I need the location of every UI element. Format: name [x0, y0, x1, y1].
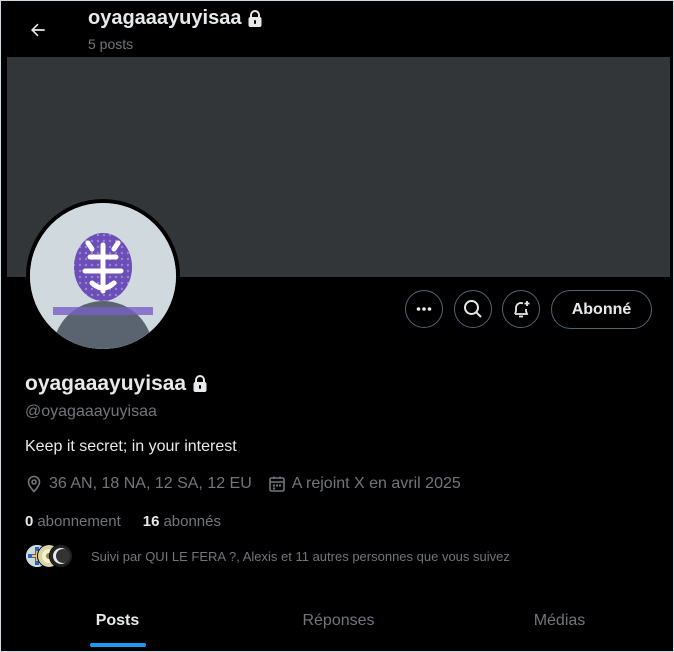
arrow-left-icon [31, 23, 45, 37]
profile-location-text: 36 AN, 18 NA, 12 SA, 12 EU [49, 475, 252, 492]
avatar[interactable] [26, 199, 180, 353]
following-count-label: abonnement [37, 513, 121, 530]
profile-handle: @oyagaaayuyisaa [25, 403, 157, 420]
avatar-image [30, 203, 176, 349]
tab-media[interactable]: Médias [449, 593, 670, 649]
profile-meta: 36 AN, 18 NA, 12 SA, 12 EU A rejoint X e… [25, 475, 477, 493]
profile-joined-text: A rejoint X en avril 2025 [291, 475, 461, 492]
lock-icon [248, 9, 262, 27]
header-title: oyagaaayuyisaa [88, 7, 263, 30]
follow-counts: 0 abonnement 16 abonnés [25, 513, 243, 530]
profile-name: oyagaaayuyisaa [25, 372, 208, 396]
profile-page: oyagaaayuyisaa 5 posts Abonné oyagaaayuy… [7, 3, 670, 649]
search-profile-button[interactable] [454, 290, 492, 328]
tab-media-label: Médias [533, 612, 586, 629]
profile-location: 36 AN, 18 NA, 12 SA, 12 EU [25, 475, 252, 493]
tab-posts[interactable]: Posts [7, 593, 228, 649]
following-count-value: 0 [25, 513, 34, 530]
followers-count-value: 16 [142, 513, 160, 530]
window-frame: oyagaaayuyisaa 5 posts Abonné oyagaaayuy… [0, 0, 674, 652]
profile-tabs: Posts Réponses Médias [7, 593, 670, 649]
tab-replies[interactable]: Réponses [228, 593, 449, 649]
following-count-link[interactable]: 0 abonnement [25, 513, 121, 530]
following-button[interactable]: Abonné [551, 290, 652, 329]
profile-bio: Keep it secret; in your interest [25, 438, 237, 455]
default-avatar-graphic [30, 203, 176, 349]
active-tab-indicator [89, 643, 146, 647]
lock-icon [193, 375, 207, 392]
followers-count-link[interactable]: 16 abonnés [143, 513, 221, 530]
mini-avatar [49, 544, 73, 568]
followed-by-avatars [25, 544, 85, 568]
back-button[interactable] [21, 13, 55, 47]
more-icon [416, 307, 432, 311]
followers-count-label: abonnés [163, 513, 221, 530]
location-pin-icon [27, 475, 41, 493]
tab-replies-label: Réponses [302, 612, 375, 629]
profile-joined: A rejoint X en avril 2025 [268, 475, 461, 493]
followed-by[interactable]: Suivi par QUI LE FERA ?, Alexis et 11 au… [25, 544, 510, 568]
profile-name-text: oyagaaayuyisaa [25, 372, 187, 395]
tab-posts-label: Posts [95, 612, 140, 629]
search-icon [464, 300, 482, 318]
header-title-text: oyagaaayuyisaa [88, 7, 242, 29]
header-post-count: 5 posts [88, 36, 134, 52]
notify-button[interactable] [502, 290, 540, 328]
calendar-icon [268, 476, 285, 492]
followed-by-text: Suivi par QUI LE FERA ?, Alexis et 11 au… [91, 548, 510, 564]
profile-header: oyagaaayuyisaa 5 posts [7, 3, 670, 57]
more-button[interactable] [405, 290, 443, 328]
bell-plus-icon [514, 301, 530, 318]
